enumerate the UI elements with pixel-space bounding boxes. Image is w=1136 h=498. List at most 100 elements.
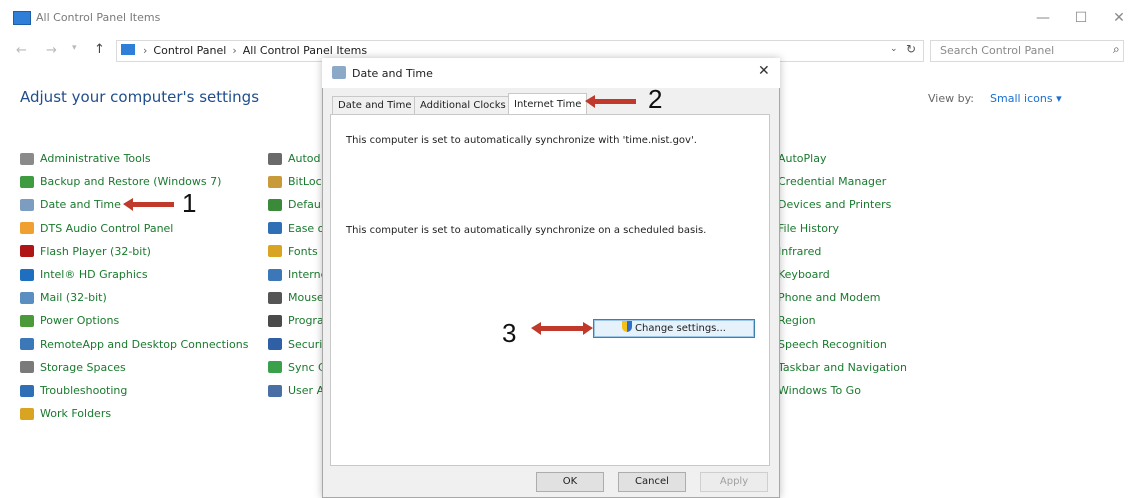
close-button[interactable]: ✕ xyxy=(1104,6,1134,30)
item-label: Storage Spaces xyxy=(40,360,126,374)
dialog-title: Date and Time xyxy=(352,67,433,80)
item-icon xyxy=(20,222,34,235)
tab-panel xyxy=(330,114,770,466)
control-panel-item[interactable]: Speech Recognition xyxy=(778,338,887,351)
breadcrumb-control-panel[interactable]: Control Panel xyxy=(153,44,226,57)
item-label: Autod xyxy=(288,152,321,165)
control-panel-item[interactable]: Ease of xyxy=(268,222,328,235)
item-icon xyxy=(20,268,34,281)
uac-shield-icon xyxy=(622,321,633,332)
item-label: Phone and Modem xyxy=(778,291,881,305)
annotation-arrow-3 xyxy=(531,322,593,335)
forward-arrow-icon[interactable]: → xyxy=(46,43,57,58)
item-label: BitLoc xyxy=(288,175,322,189)
tab-internet-time[interactable]: Internet Time xyxy=(508,93,588,115)
control-panel-item[interactable]: Mouse xyxy=(268,291,324,304)
control-panel-item[interactable]: DTS Audio Control Panel xyxy=(20,222,173,235)
control-panel-item[interactable]: Intel® HD Graphics xyxy=(20,268,148,281)
item-icon xyxy=(20,175,34,188)
apply-button[interactable]: Apply xyxy=(700,472,768,492)
control-panel-item[interactable]: Fonts xyxy=(268,245,318,258)
view-by-label: View by: xyxy=(928,92,974,105)
address-dropdown-icon[interactable]: ⌄ xyxy=(890,44,898,54)
item-icon xyxy=(20,314,34,327)
item-label: Keyboard xyxy=(778,268,830,281)
item-label: Administrative Tools xyxy=(40,152,151,165)
view-by-dropdown[interactable]: Small icons ▾ xyxy=(990,92,1062,105)
control-panel-item[interactable]: Devices and Printers xyxy=(778,198,891,211)
item-label: Fonts xyxy=(288,244,318,258)
item-icon xyxy=(20,198,34,211)
recent-chevron-icon[interactable]: ▾ xyxy=(72,43,77,53)
item-label: Defaul xyxy=(288,198,324,212)
item-icon xyxy=(268,152,282,165)
item-label: Speech Recognition xyxy=(778,337,887,351)
control-panel-item[interactable]: User A xyxy=(268,384,324,397)
control-panel-item[interactable]: Troubleshooting xyxy=(20,384,127,397)
item-label: Work Folders xyxy=(40,407,112,421)
refresh-icon[interactable]: ↻ xyxy=(906,42,916,56)
dialog-close-button[interactable]: ✕ xyxy=(758,63,770,79)
control-panel-item[interactable]: Sync C xyxy=(268,361,326,374)
control-panel-item[interactable]: Securit xyxy=(268,338,327,351)
control-panel-item[interactable]: Defaul xyxy=(268,198,324,211)
item-label: Sync C xyxy=(288,360,326,374)
minimize-button[interactable]: — xyxy=(1028,6,1058,30)
back-arrow-icon[interactable]: ← xyxy=(16,43,27,58)
control-panel-item[interactable]: Region xyxy=(778,314,816,327)
search-icon[interactable]: ⌕ xyxy=(1113,42,1120,57)
control-panel-item[interactable]: Keyboard xyxy=(778,268,830,281)
control-panel-item[interactable]: Credential Manager xyxy=(778,175,886,188)
search-placeholder: Search Control Panel xyxy=(940,44,1055,57)
control-panel-item[interactable]: RemoteApp and Desktop Connections xyxy=(20,338,248,351)
item-icon xyxy=(268,198,282,211)
change-settings-label: Change settings... xyxy=(635,323,726,334)
item-icon xyxy=(268,338,282,351)
control-panel-item[interactable]: Power Options xyxy=(20,314,119,327)
control-panel-item[interactable]: Interne xyxy=(268,268,327,281)
tab-additional-clocks[interactable]: Additional Clocks xyxy=(414,96,512,115)
maximize-button[interactable]: ☐ xyxy=(1066,6,1096,30)
sync-schedule-text: This computer is set to automatically sy… xyxy=(346,225,707,236)
control-panel-item[interactable]: Phone and Modem xyxy=(778,291,880,304)
change-settings-button[interactable]: Change settings... xyxy=(593,319,755,338)
control-panel-icon xyxy=(13,11,31,25)
up-arrow-icon[interactable]: ↑ xyxy=(94,42,105,57)
breadcrumb-all-items[interactable]: All Control Panel Items xyxy=(243,44,367,57)
ok-button[interactable]: OK xyxy=(536,472,604,492)
breadcrumb-separator: › xyxy=(143,44,148,57)
control-panel-item[interactable]: Administrative Tools xyxy=(20,152,151,165)
cancel-button[interactable]: Cancel xyxy=(618,472,686,492)
item-icon xyxy=(20,407,34,420)
control-panel-item[interactable]: AutoPlay xyxy=(778,152,826,165)
tab-date-and-time[interactable]: Date and Time xyxy=(332,96,418,115)
control-panel-item[interactable]: Backup and Restore (Windows 7) xyxy=(20,175,221,188)
item-icon xyxy=(20,384,34,397)
control-panel-item[interactable]: File History xyxy=(778,222,839,235)
item-label: RemoteApp and Desktop Connections xyxy=(40,337,249,351)
control-panel-item[interactable]: Progra xyxy=(268,314,324,327)
control-panel-small-icon xyxy=(121,44,135,55)
control-panel-item[interactable]: Work Folders xyxy=(20,407,111,420)
control-panel-item[interactable]: Flash Player (32-bit) xyxy=(20,245,151,258)
control-panel-item[interactable]: Autod xyxy=(268,152,321,165)
window-title-bar xyxy=(0,0,1136,38)
control-panel-item[interactable]: Windows To Go xyxy=(778,384,861,397)
item-label: DTS Audio Control Panel xyxy=(40,221,174,235)
item-icon xyxy=(20,338,34,351)
item-label: File History xyxy=(778,221,840,235)
control-panel-item[interactable]: Infrared xyxy=(778,245,821,258)
control-panel-item[interactable]: Date and Time xyxy=(20,198,121,211)
annotation-number-2: 2 xyxy=(648,84,663,114)
control-panel-item[interactable]: Storage Spaces xyxy=(20,361,126,374)
control-panel-item[interactable]: BitLoc xyxy=(268,175,322,188)
item-label: Infrared xyxy=(778,244,822,258)
control-panel-item[interactable]: Mail (32-bit) xyxy=(20,291,107,304)
item-label: Region xyxy=(778,314,816,328)
item-label: Intel® HD Graphics xyxy=(40,268,148,281)
item-icon xyxy=(268,384,282,397)
item-label: Troubleshooting xyxy=(40,384,128,397)
item-icon xyxy=(268,268,282,281)
control-panel-item[interactable]: Taskbar and Navigation xyxy=(778,361,907,374)
item-icon xyxy=(268,291,282,304)
